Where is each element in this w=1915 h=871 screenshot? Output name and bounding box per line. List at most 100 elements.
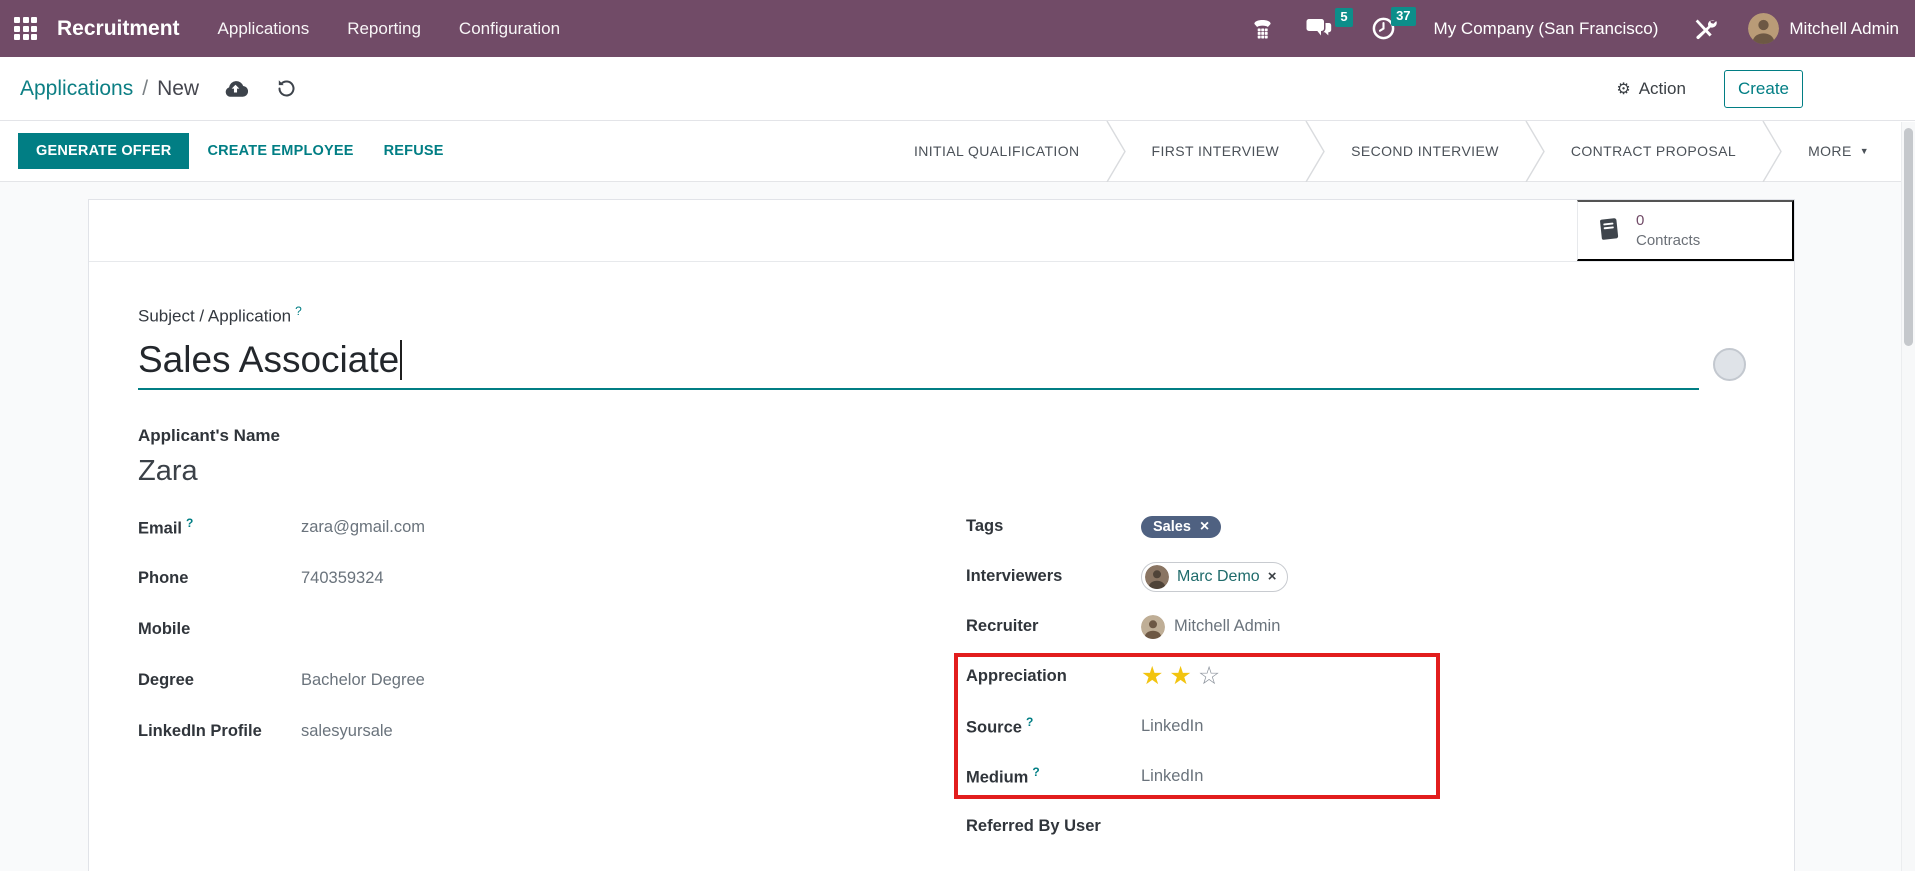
source-label: Source? <box>966 715 1141 738</box>
app-name[interactable]: Recruitment <box>57 17 180 41</box>
phone-field-row: Phone 740359324 <box>138 553 966 604</box>
email-input[interactable]: zara@gmail.com <box>301 518 425 537</box>
stage-contract-proposal[interactable]: CONTRACT PROPOSAL <box>1545 143 1762 159</box>
linkedin-label: LinkedIn Profile <box>138 722 301 741</box>
text-cursor <box>400 340 402 380</box>
applicant-name-input[interactable]: Zara <box>138 455 1746 488</box>
appreciation-field-row: Appreciation ★ ★ ☆ <box>966 652 1746 702</box>
contracts-label: Contracts <box>1636 231 1700 251</box>
form-view: 0 Contracts Subject / Application? Sales… <box>0 183 1915 871</box>
developer-tools-icon[interactable] <box>1680 10 1730 48</box>
tags-label: Tags <box>966 517 1141 536</box>
interviewer-pill[interactable]: Marc Demo × <box>1141 562 1288 592</box>
degree-field-row: Degree Bachelor Degree <box>138 655 966 706</box>
activities-count-badge: 37 <box>1391 7 1415 26</box>
menu-applications[interactable]: Applications <box>216 15 312 43</box>
star-filled-icon[interactable]: ★ <box>1169 664 1191 689</box>
subject-field-label: Subject / Application? <box>138 304 1746 327</box>
messages-count-badge: 5 <box>1335 8 1352 27</box>
generate-offer-button[interactable]: GENERATE OFFER <box>18 133 189 169</box>
breadcrumb-applications[interactable]: Applications <box>20 77 133 101</box>
recruiter-label: Recruiter <box>966 617 1141 636</box>
stage-initial-qualification[interactable]: INITIAL QUALIFICATION <box>888 143 1106 159</box>
control-panel: Applications / New ⚙ Action Create <box>0 57 1915 121</box>
tag-label: Sales <box>1153 519 1191 535</box>
kanban-state-indicator[interactable] <box>1713 348 1746 381</box>
create-button[interactable]: Create <box>1724 70 1803 108</box>
help-icon: ? <box>295 304 302 318</box>
referred-by-user-label: Referred By User <box>966 817 1101 836</box>
user-avatar <box>1748 13 1779 44</box>
interviewer-remove-icon[interactable]: × <box>1268 569 1277 584</box>
stage-separator-icon <box>1525 121 1545 181</box>
chevron-down-icon: ▼ <box>1860 146 1869 156</box>
menu-configuration[interactable]: Configuration <box>457 15 562 43</box>
stage-first-interview[interactable]: FIRST INTERVIEW <box>1126 143 1306 159</box>
stage-pipeline: INITIAL QUALIFICATION FIRST INTERVIEW SE… <box>888 121 1915 181</box>
star-empty-icon[interactable]: ☆ <box>1198 664 1220 689</box>
linkedin-field-row: LinkedIn Profile salesyursale <box>138 706 966 757</box>
recruiter-name: Mitchell Admin <box>1174 617 1280 636</box>
help-icon: ? <box>186 516 193 530</box>
discard-undo-icon[interactable] <box>276 78 297 99</box>
medium-label: Medium? <box>966 765 1141 788</box>
interviewers-label: Interviewers <box>966 567 1141 586</box>
star-filled-icon[interactable]: ★ <box>1141 664 1163 689</box>
email-field-row: Email? zara@gmail.com <box>138 502 966 553</box>
breadcrumb: Applications / New <box>20 77 199 101</box>
book-icon <box>1596 216 1623 246</box>
source-select[interactable]: LinkedIn <box>1141 717 1203 736</box>
company-switcher[interactable]: My Company (San Francisco) <box>1434 19 1659 39</box>
tag-remove-icon[interactable]: × <box>1200 519 1209 535</box>
phone-label: Phone <box>138 569 301 588</box>
activities-clock-icon[interactable]: 37 <box>1359 10 1408 47</box>
stage-separator-icon <box>1305 121 1325 181</box>
help-icon: ? <box>1032 765 1039 779</box>
form-sheet: 0 Contracts Subject / Application? Sales… <box>88 199 1795 871</box>
action-menu-button[interactable]: ⚙ Action <box>1616 79 1686 99</box>
apps-grid-icon[interactable] <box>14 17 37 40</box>
left-field-column: Email? zara@gmail.com Phone 740359324 Mo… <box>138 502 966 852</box>
scrollbar-thumb[interactable] <box>1904 128 1913 346</box>
interviewer-name: Marc Demo <box>1177 568 1260 586</box>
help-icon: ? <box>1026 715 1033 729</box>
gear-icon: ⚙ <box>1616 79 1630 99</box>
applicant-name-label: Applicant's Name <box>138 426 1746 446</box>
create-employee-button[interactable]: CREATE EMPLOYEE <box>207 134 353 168</box>
more-label: MORE <box>1808 143 1852 159</box>
button-box: 0 Contracts <box>89 200 1794 262</box>
breadcrumb-current: New <box>157 77 199 101</box>
right-field-column: Tags Sales × Interviewers Marc Demo <box>966 502 1746 852</box>
appreciation-stars[interactable]: ★ ★ ☆ <box>1141 664 1220 689</box>
subject-input[interactable]: Sales Associate <box>138 339 1699 390</box>
appreciation-label: Appreciation <box>966 667 1141 686</box>
contracts-count: 0 <box>1636 211 1700 231</box>
degree-label: Degree <box>138 671 301 690</box>
scrollbar-track[interactable] <box>1901 122 1915 871</box>
menu-reporting[interactable]: Reporting <box>345 15 423 43</box>
stage-more-dropdown[interactable]: MORE ▼ <box>1782 143 1869 159</box>
breadcrumb-separator: / <box>142 77 148 101</box>
degree-select[interactable]: Bachelor Degree <box>301 671 425 690</box>
user-menu[interactable]: Mitchell Admin <box>1748 13 1899 44</box>
messages-icon[interactable]: 5 <box>1294 11 1345 46</box>
stage-separator-icon <box>1762 121 1782 181</box>
stage-second-interview[interactable]: SECOND INTERVIEW <box>1325 143 1525 159</box>
voip-phone-icon[interactable] <box>1239 11 1286 46</box>
form-body: Subject / Application? Sales Associate A… <box>89 262 1794 871</box>
recruiter-value[interactable]: Mitchell Admin <box>1141 615 1280 639</box>
save-cloud-icon[interactable] <box>223 80 248 98</box>
source-field-row: Source? LinkedIn <box>966 702 1746 752</box>
interviewers-field-row: Interviewers Marc Demo × <box>966 552 1746 602</box>
medium-field-row: Medium? LinkedIn <box>966 752 1746 802</box>
medium-select[interactable]: LinkedIn <box>1141 767 1203 786</box>
linkedin-input[interactable]: salesyursale <box>301 722 393 741</box>
form-statusbar: GENERATE OFFER CREATE EMPLOYEE REFUSE IN… <box>0 121 1915 182</box>
phone-input[interactable]: 740359324 <box>301 569 384 588</box>
tags-field-row: Tags Sales × <box>966 502 1746 552</box>
tag-sales[interactable]: Sales × <box>1141 516 1221 538</box>
contracts-stat-button[interactable]: 0 Contracts <box>1577 200 1794 261</box>
refuse-button[interactable]: REFUSE <box>384 134 444 168</box>
user-name: Mitchell Admin <box>1789 19 1899 39</box>
highlighted-section: Appreciation ★ ★ ☆ Source? LinkedIn <box>966 652 1746 802</box>
